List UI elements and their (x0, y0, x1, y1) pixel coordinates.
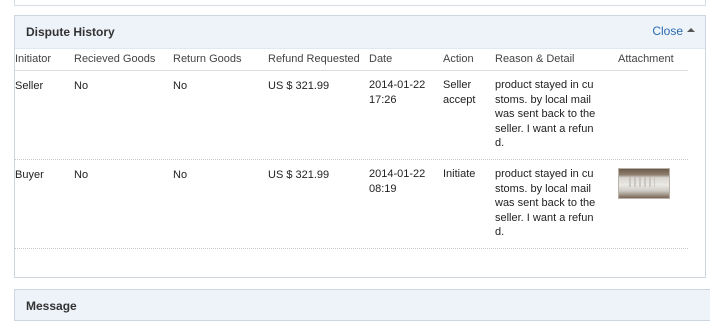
cell-date: 2014-01-22 17:26 (369, 79, 426, 106)
table-header: Initiator Recieved Goods Return Goods Re… (15, 51, 688, 71)
close-button[interactable]: Close (652, 24, 695, 38)
cell-action: Initiate (443, 168, 476, 180)
previous-panel-edge (14, 0, 706, 6)
cell-refund-requested: US $ 321.99 (268, 169, 330, 181)
attachment-thumbnail[interactable] (618, 168, 670, 199)
cell-initiator: Buyer (15, 169, 44, 181)
dispute-history-header: Dispute History Close (15, 16, 705, 49)
column-header-reason-detail: Reason & Detail (495, 53, 575, 65)
table-row: Buyer No No US $ 321.99 2014-01-22 08:19… (15, 160, 688, 249)
close-label[interactable]: Close (652, 24, 683, 38)
column-header-initiator: Initiator (15, 53, 52, 65)
dispute-history-table: Initiator Recieved Goods Return Goods Re… (15, 51, 688, 249)
column-header-action: Action (443, 53, 474, 65)
column-header-date: Date (369, 53, 393, 65)
column-header-return-goods: Return Goods (173, 53, 242, 65)
cell-return-goods: No (173, 80, 188, 92)
cell-reason-detail: product stayed in customs. by local mail… (495, 79, 596, 150)
cell-reason-detail: product stayed in customs. by local mail… (495, 168, 596, 239)
cell-refund-requested: US $ 321.99 (268, 80, 330, 92)
cell-action: Seller accept (443, 79, 476, 106)
table-row: Seller No No US $ 321.99 2014-01-22 17:2… (15, 71, 688, 160)
cell-received-goods: No (74, 169, 89, 181)
caret-up-icon[interactable] (687, 27, 695, 32)
column-header-received-goods: Recieved Goods (74, 53, 156, 65)
cell-return-goods: No (173, 169, 188, 181)
cell-received-goods: No (74, 80, 89, 92)
message-panel: Message (14, 289, 710, 321)
dispute-history-title: Dispute History (26, 25, 115, 39)
cell-date: 2014-01-22 08:19 (369, 168, 426, 195)
message-title: Message (26, 299, 77, 313)
column-header-attachment: Attachment (618, 53, 674, 65)
cell-initiator: Seller (15, 80, 44, 92)
column-header-refund-requested: Refund Requested (268, 53, 360, 65)
